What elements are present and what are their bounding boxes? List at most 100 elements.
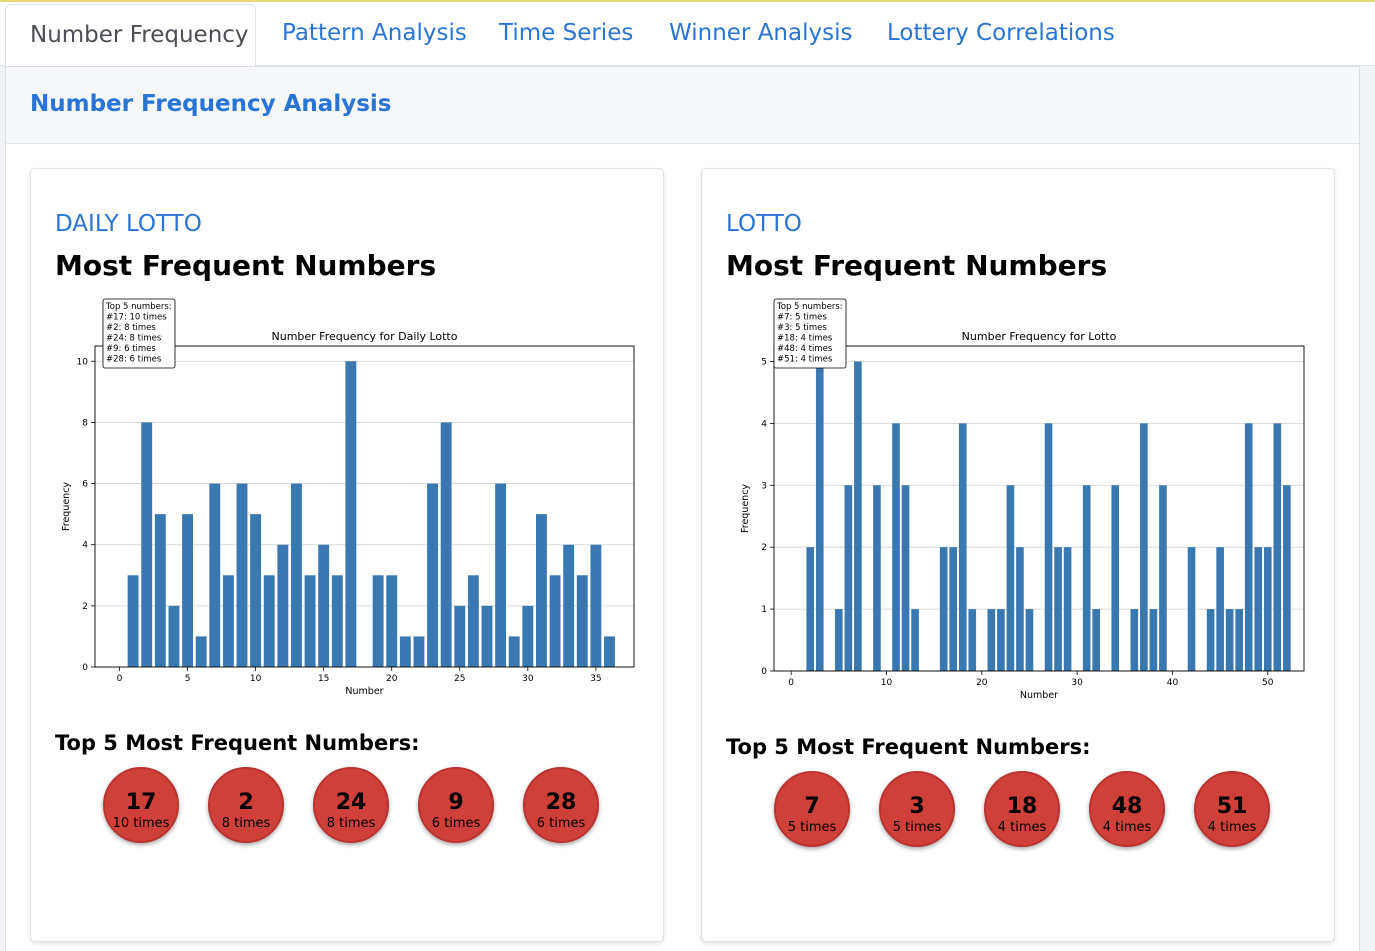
- x-tick-label: 25: [454, 674, 465, 684]
- chart-bar: [508, 636, 520, 667]
- y-tick-label: 4: [761, 419, 767, 429]
- number-ball[interactable]: 28 6 times: [523, 767, 599, 843]
- number-ball[interactable]: 24 8 times: [313, 767, 389, 843]
- y-tick-label: 0: [82, 663, 88, 673]
- chart-bar: [182, 514, 193, 667]
- x-tick-label: 20: [386, 674, 398, 684]
- ball-count: 6 times: [431, 816, 481, 831]
- chart-bar: [1140, 423, 1148, 671]
- chart-bar: [209, 483, 221, 667]
- ball-number: 18: [1006, 794, 1038, 819]
- annotation-line: #7: 5 times: [777, 313, 827, 323]
- y-tick-label: 6: [82, 480, 88, 490]
- ball-number: 24: [335, 790, 367, 815]
- number-ball[interactable]: 51 4 times: [1194, 771, 1270, 847]
- chart-bar: [911, 609, 919, 671]
- chart-bar: [454, 605, 466, 667]
- chart-bar: [1006, 485, 1015, 671]
- annotation-line: #28: 6 times: [106, 355, 162, 365]
- chart-bar: [604, 636, 615, 667]
- card-heading: Most Frequent Numbers: [55, 249, 437, 282]
- chart-bar: [1235, 609, 1243, 671]
- ball-count: 5 times: [787, 820, 837, 835]
- ball-number: 28: [545, 790, 577, 815]
- chart-bar: [345, 361, 357, 667]
- annotation-line: #51: 4 times: [777, 355, 833, 365]
- y-tick-label: 2: [761, 543, 767, 553]
- chart-bar: [1273, 423, 1282, 671]
- chart-bar: [331, 575, 343, 667]
- number-ball[interactable]: 9 6 times: [418, 767, 494, 843]
- lottery-name: DAILY LOTTO: [55, 211, 202, 237]
- x-tick-label: 5: [185, 674, 191, 684]
- daily-lotto-card: DAILY LOTTO Most Frequent Numbers 0 24 6 8 1…: [30, 168, 664, 942]
- y-tick-label: 2: [82, 602, 88, 612]
- chart-bar: [277, 544, 289, 667]
- annotation-line: #18: 4 times: [777, 334, 833, 344]
- chart-bar: [806, 547, 815, 671]
- annotation-line: #48: 4 times: [777, 344, 833, 354]
- chart-bar: [1092, 609, 1101, 671]
- x-tick-label: 10: [881, 678, 893, 688]
- chart-bar: [522, 605, 534, 667]
- chart-bar: [873, 485, 881, 671]
- chart-bar: [835, 609, 843, 671]
- panel-title: Number Frequency Analysis: [30, 91, 392, 117]
- annotation-line: #3: 5 times: [777, 323, 827, 333]
- x-tick-label: 30: [1071, 678, 1083, 688]
- ball-number: 3: [909, 794, 925, 819]
- chart-bar: [386, 575, 398, 667]
- chart-bar: [263, 575, 275, 667]
- chart-bar: [304, 575, 316, 667]
- ball-count: 8 times: [221, 816, 271, 831]
- chart-bar: [1244, 423, 1253, 671]
- chart-bar: [854, 361, 862, 671]
- ball-number: 17: [125, 790, 157, 815]
- chart-title: Number Frequency for Daily Lotto: [272, 330, 458, 343]
- chart-bar: [127, 575, 139, 667]
- chart-bar: [1254, 547, 1263, 671]
- number-ball[interactable]: 17 10 times: [103, 767, 179, 843]
- number-ball[interactable]: 18 4 times: [984, 771, 1060, 847]
- tab-number-frequency[interactable]: Number Frequency: [5, 4, 256, 67]
- y-tick-label: 1: [761, 605, 767, 615]
- chart-bar: [495, 483, 507, 667]
- x-tick-label: 30: [522, 674, 534, 684]
- chart-bar: [1025, 609, 1034, 671]
- chart-bar: [549, 575, 561, 667]
- tab-time-series[interactable]: Time Series: [499, 20, 633, 46]
- annotation-line: Top 5 numbers:: [776, 302, 843, 312]
- chart-bar: [154, 514, 166, 667]
- chart-bar: [892, 423, 900, 671]
- top-numbers-title: Top 5 Most Frequent Numbers:: [726, 735, 1091, 759]
- ball-number: 7: [804, 794, 820, 819]
- chart-bar: [399, 636, 411, 667]
- chart-bar: [291, 483, 302, 667]
- y-tick-label: 3: [761, 481, 767, 491]
- card-heading: Most Frequent Numbers: [726, 249, 1108, 282]
- tab-winner-analysis[interactable]: Winner Analysis: [669, 20, 852, 46]
- x-tick-label: 35: [590, 674, 601, 684]
- chart-bar: [1082, 485, 1091, 671]
- x-tick-label: 10: [250, 674, 262, 684]
- x-tick-label: 50: [1262, 678, 1274, 688]
- chart-bar: [939, 547, 948, 671]
- tab-pattern-analysis[interactable]: Pattern Analysis: [282, 20, 467, 46]
- chart-bar: [968, 609, 977, 671]
- top-numbers-title: Top 5 Most Frequent Numbers:: [55, 731, 420, 755]
- tab-lottery-correlations[interactable]: Lottery Correlations: [887, 20, 1115, 46]
- y-tick-label: 10: [77, 357, 89, 367]
- chart-bar: [1283, 485, 1291, 671]
- chart-bar: [250, 514, 262, 667]
- x-axis-label: Number: [1020, 690, 1058, 701]
- number-ball[interactable]: 48 4 times: [1089, 771, 1165, 847]
- y-tick-label: 0: [761, 667, 767, 677]
- y-tick-label: 8: [82, 418, 88, 428]
- number-ball[interactable]: 7 5 times: [774, 771, 850, 847]
- chart-bar: [481, 605, 493, 667]
- tab-bar: Number Frequency Pattern Analysis Time S…: [0, 2, 1375, 67]
- chart-bar: [236, 483, 248, 667]
- number-ball[interactable]: 3 5 times: [879, 771, 955, 847]
- chart-bar: [1149, 609, 1158, 671]
- number-ball[interactable]: 2 8 times: [208, 767, 284, 843]
